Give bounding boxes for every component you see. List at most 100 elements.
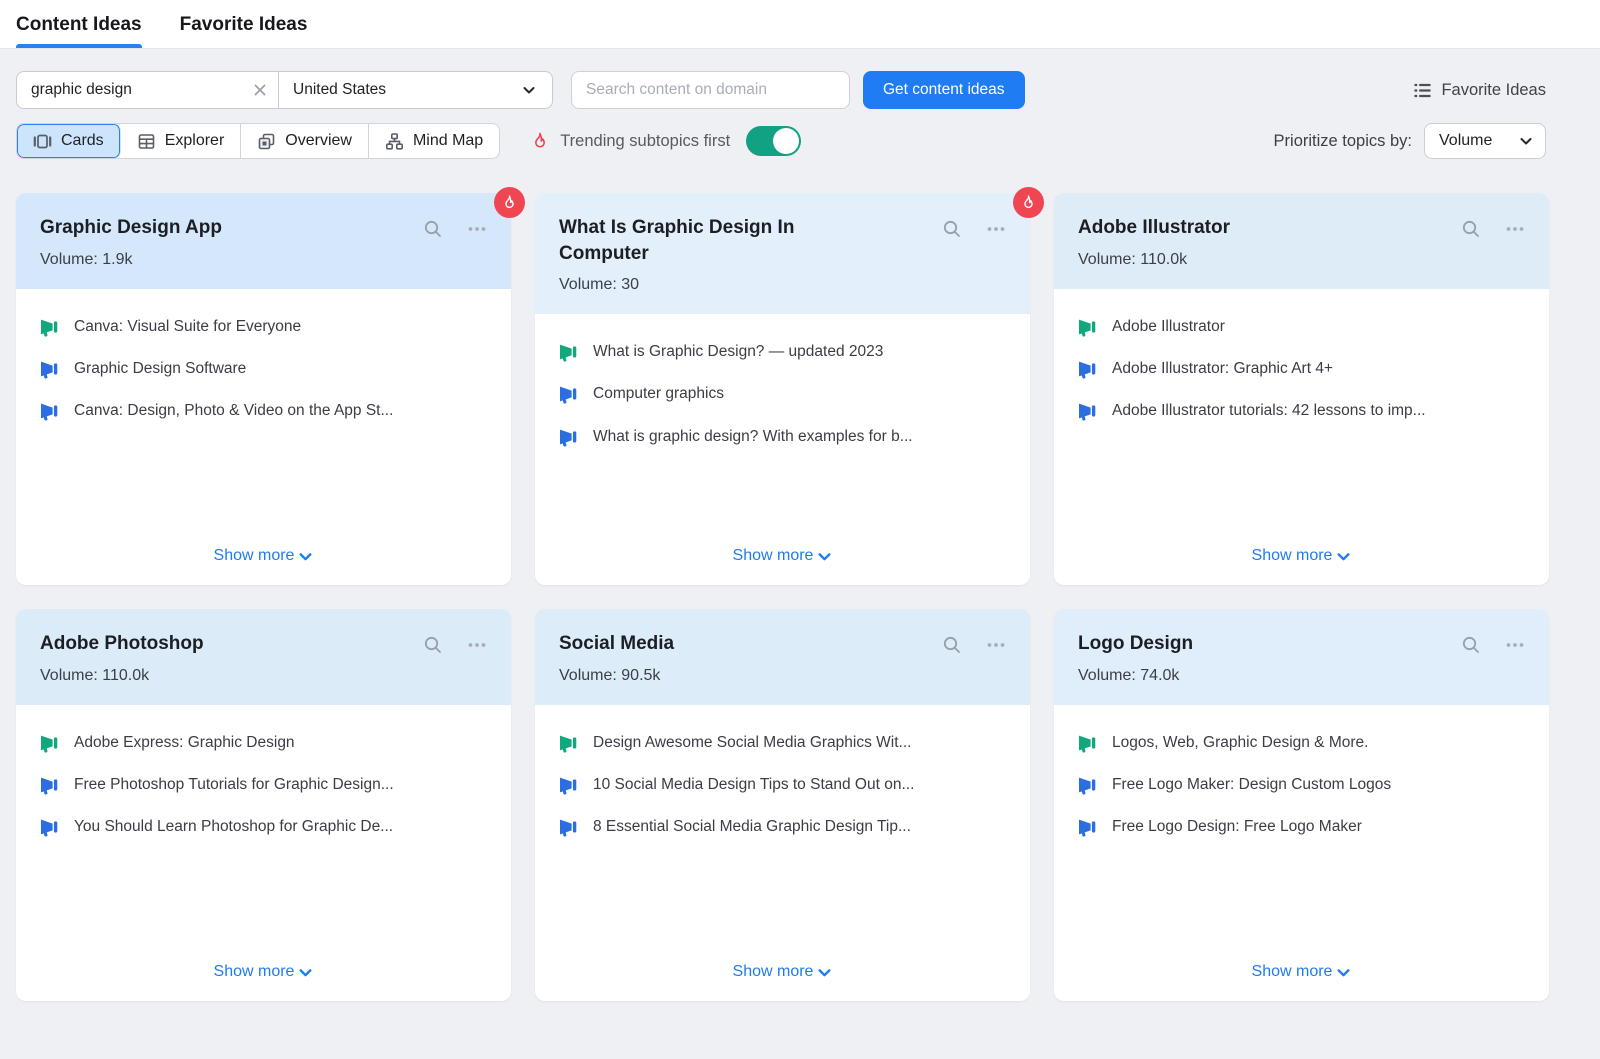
card-header: Logo Design Volume: 74.0k [1054,609,1549,705]
search-icon[interactable] [423,219,443,239]
megaphone-icon [559,427,579,447]
ellipsis-menu-icon[interactable] [986,219,1006,239]
prioritize-value: Volume [1439,132,1492,150]
headline-text: Logos, Web, Graphic Design & More. [1112,733,1368,753]
headline-list: What is Graphic Design? — updated 2023 C… [559,342,1006,468]
headline-item[interactable]: Adobe Express: Graphic Design [40,733,487,753]
chevron-down-icon [298,965,313,980]
headline-item[interactable]: Free Logo Design: Free Logo Maker [1078,817,1525,837]
card-volume: Volume: 30 [559,276,942,294]
show-more-button[interactable]: Show more [1252,953,1352,981]
search-icon[interactable] [1461,635,1481,655]
megaphone-icon [40,359,60,379]
search-icon[interactable] [942,219,962,239]
volume-label: Volume: [40,251,98,268]
topic-card: Adobe Photoshop Volume: 110.0k [16,609,511,1001]
card-header: Social Media Volume: 90.5k [535,609,1030,705]
domain-search-input[interactable] [571,71,850,109]
toggle-knob [773,128,799,154]
headline-item[interactable]: You Should Learn Photoshop for Graphic D… [40,817,487,837]
headline-item[interactable]: What is Graphic Design? — updated 2023 [559,342,1006,362]
card-title: Graphic Design App [40,215,370,241]
headline-item[interactable]: Free Photoshop Tutorials for Graphic Des… [40,775,487,795]
card-title: Adobe Photoshop [40,631,370,657]
get-content-ideas-button[interactable]: Get content ideas [863,71,1025,109]
favorite-ideas-link[interactable]: Favorite Ideas [1413,81,1546,100]
headline-item[interactable]: Adobe Illustrator: Graphic Art 4+ [1078,359,1525,379]
view-cards-button[interactable]: Cards [17,124,121,158]
overview-view-icon [257,132,276,151]
topic-query-input[interactable] [31,81,252,99]
trending-toggle[interactable] [746,126,801,156]
tab-favorite-ideas[interactable]: Favorite Ideas [180,14,308,48]
view-cards-label: Cards [61,132,104,150]
volume-value: 110.0k [1140,251,1187,268]
headline-text: Canva: Visual Suite for Everyone [74,317,301,337]
ellipsis-menu-icon[interactable] [467,635,487,655]
card-body: Canva: Visual Suite for Everyone Graphic… [16,289,511,585]
megaphone-icon [1078,317,1098,337]
flame-icon [501,194,518,211]
headline-item[interactable]: 10 Social Media Design Tips to Stand Out… [559,775,1006,795]
headline-item[interactable]: Adobe Illustrator [1078,317,1525,337]
list-icon [1413,81,1432,100]
card-volume: Volume: 90.5k [559,667,942,685]
headline-item[interactable]: 8 Essential Social Media Graphic Design … [559,817,1006,837]
trending-label: Trending subtopics first [560,132,730,151]
card-body: What is Graphic Design? — updated 2023 C… [535,314,1030,585]
search-icon[interactable] [942,635,962,655]
show-more-label: Show more [1252,547,1333,565]
show-more-button[interactable]: Show more [214,953,314,981]
headline-item[interactable]: Canva: Visual Suite for Everyone [40,317,487,337]
show-more-button[interactable]: Show more [1252,537,1352,565]
card-header: What Is Graphic Design In Computer Volum… [535,193,1030,314]
card-body: Design Awesome Social Media Graphics Wit… [535,705,1030,1001]
headline-item[interactable]: Graphic Design Software [40,359,487,379]
trending-badge [494,187,525,218]
view-mindmap-button[interactable]: Mind Map [369,124,499,158]
volume-label: Volume: [1078,667,1136,684]
megaphone-icon [1078,733,1098,753]
top-tab-bar: Content Ideas Favorite Ideas [0,0,1600,49]
megaphone-icon [559,342,579,362]
ellipsis-menu-icon[interactable] [986,635,1006,655]
headline-item[interactable]: Design Awesome Social Media Graphics Wit… [559,733,1006,753]
headline-list: Logos, Web, Graphic Design & More. Free … [1078,733,1525,859]
prioritize-select[interactable]: Volume [1424,123,1546,159]
headline-text: You Should Learn Photoshop for Graphic D… [74,817,393,837]
clear-query-icon[interactable] [252,82,268,98]
ellipsis-menu-icon[interactable] [1505,635,1525,655]
volume-label: Volume: [559,667,617,684]
search-icon[interactable] [423,635,443,655]
headline-item[interactable]: Logos, Web, Graphic Design & More. [1078,733,1525,753]
topic-card: Graphic Design App Volume: 1.9k [16,193,511,585]
active-tab-underline [16,44,142,48]
prioritize-control: Prioritize topics by: Volume [1274,123,1546,159]
headline-text: Free Photoshop Tutorials for Graphic Des… [74,775,394,795]
chevron-down-icon [1336,965,1351,980]
ellipsis-menu-icon[interactable] [467,219,487,239]
show-more-button[interactable]: Show more [214,537,314,565]
headline-list: Adobe Illustrator Adobe Illustrator: Gra… [1078,317,1525,443]
tab-content-ideas-label: Content Ideas [16,14,142,35]
card-title: What Is Graphic Design In Computer [559,215,889,266]
headline-item[interactable]: Canva: Design, Photo & Video on the App … [40,401,487,421]
view-overview-button[interactable]: Overview [241,124,369,158]
show-more-label: Show more [1252,963,1333,981]
headline-item[interactable]: Adobe Illustrator tutorials: 42 lessons … [1078,401,1525,421]
show-more-button[interactable]: Show more [733,953,833,981]
megaphone-icon [1078,359,1098,379]
explorer-view-icon [137,132,156,151]
ellipsis-menu-icon[interactable] [1505,219,1525,239]
headline-item[interactable]: Computer graphics [559,384,1006,404]
tab-content-ideas[interactable]: Content Ideas [16,14,142,48]
topic-card: Adobe Illustrator Volume: 110.0k [1054,193,1549,585]
show-more-button[interactable]: Show more [733,537,833,565]
view-explorer-button[interactable]: Explorer [121,124,242,158]
search-icon[interactable] [1461,219,1481,239]
headline-item[interactable]: What is graphic design? With examples fo… [559,427,1006,447]
card-title: Logo Design [1078,631,1408,657]
country-select[interactable]: United States [279,72,552,108]
headline-item[interactable]: Free Logo Maker: Design Custom Logos [1078,775,1525,795]
view-overview-label: Overview [285,132,352,150]
